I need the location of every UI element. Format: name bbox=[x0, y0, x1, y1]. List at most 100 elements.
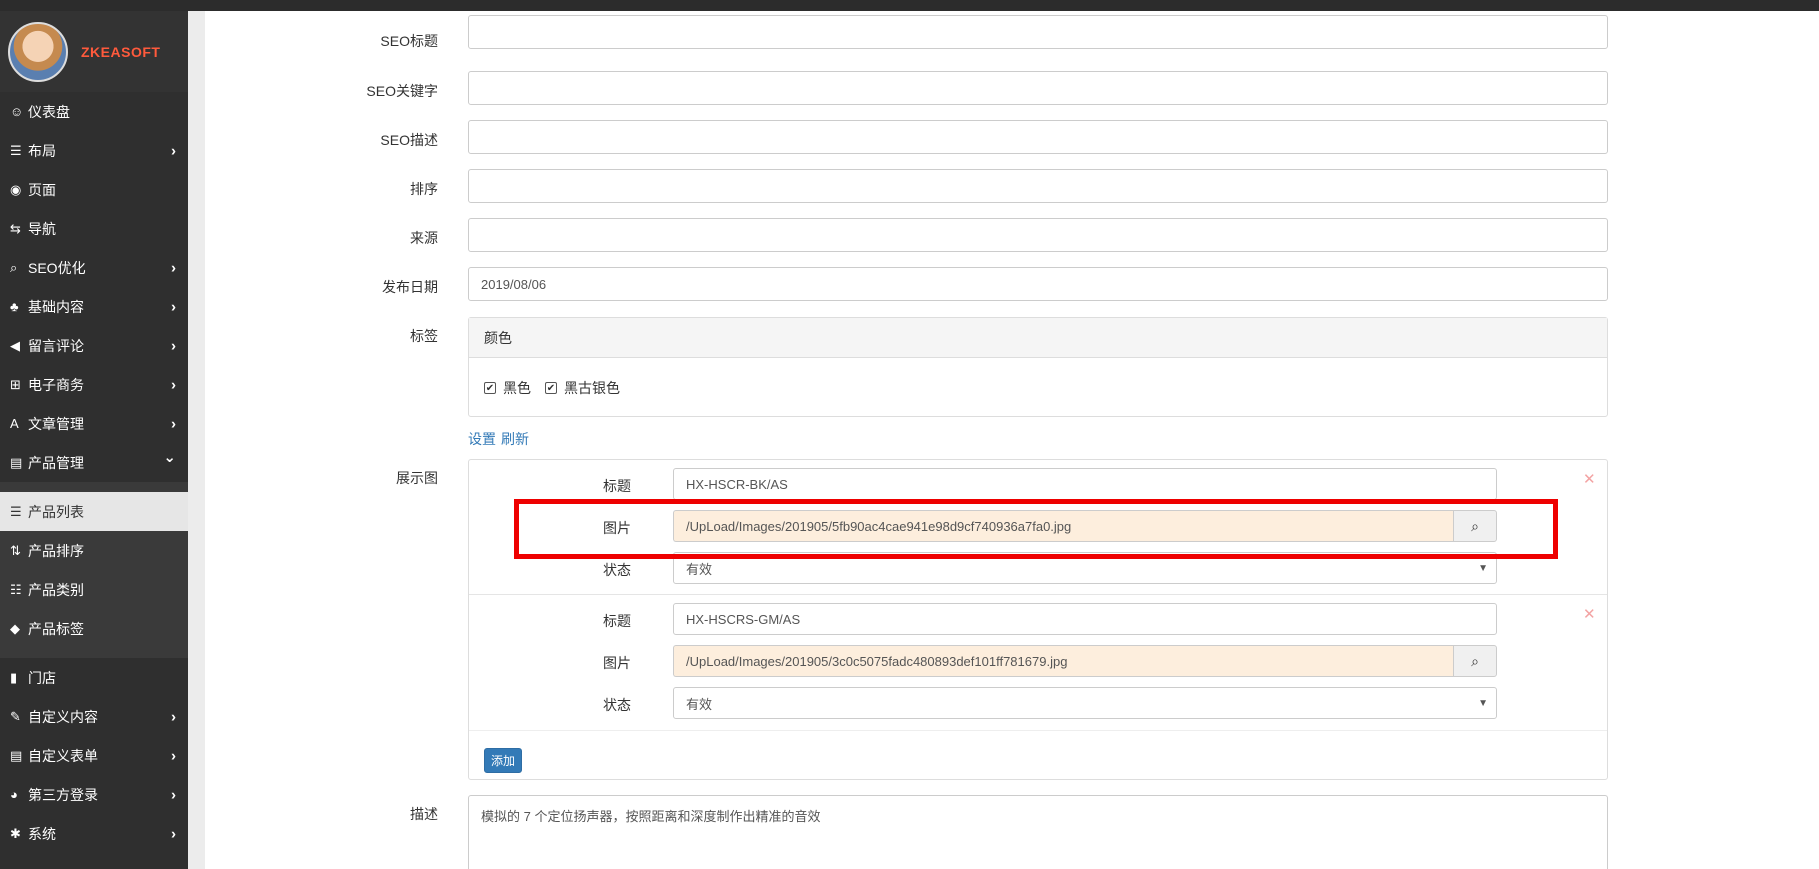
sidebar-item-label: 电子商务 bbox=[28, 376, 84, 393]
tag-icon: ◆ bbox=[10, 620, 20, 636]
sidebar-item-bottom_items-4[interactable]: ✱ 系统 › bbox=[0, 814, 188, 853]
image-search-button[interactable]: ⌕ bbox=[1453, 645, 1497, 677]
chevron-right-icon: › bbox=[171, 142, 176, 159]
sidebar-item-label: 留言评论 bbox=[28, 337, 84, 354]
gallery-status-label: 状态 bbox=[603, 697, 631, 713]
gallery-status-select[interactable]: 有效 ▼ bbox=[673, 552, 1497, 584]
sidebar-item-label: 自定义内容 bbox=[28, 708, 98, 725]
source-row: 来源 bbox=[205, 218, 1819, 252]
tag-links: 设置 刷新 bbox=[468, 429, 534, 449]
sidebar-item-label: 门店 bbox=[28, 669, 56, 686]
gallery-status-label: 状态 bbox=[603, 562, 631, 578]
chevron-right-icon: › bbox=[171, 708, 176, 725]
brand: ZKEASOFT bbox=[0, 11, 188, 92]
image-search-button[interactable]: ⌕ bbox=[1453, 510, 1497, 542]
sidebar-item-sub_items-2[interactable]: ☷ 产品类别 bbox=[0, 570, 188, 609]
gallery-image-input[interactable]: /UpLoad/Images/201905/3c0c5075fadc480893… bbox=[673, 645, 1453, 677]
search-icon: ⌕ bbox=[1471, 652, 1479, 669]
sidebar-item-sub_items-3[interactable]: ◆ 产品标签 bbox=[0, 609, 188, 648]
dashboard-icon: ☺ bbox=[10, 104, 24, 119]
sidebar-item-label: 产品管理 bbox=[28, 454, 84, 471]
sidebar-item-label: 系统 bbox=[28, 825, 56, 842]
settings-link[interactable]: 设置 bbox=[468, 431, 496, 447]
list-alt-icon: ▤ bbox=[10, 454, 23, 470]
seo-title-row: SEO标题 bbox=[205, 15, 1819, 57]
sidebar-item-bottom_items-1[interactable]: ✎ 自定义内容 › bbox=[0, 697, 188, 736]
description-label: 描述 bbox=[410, 806, 438, 822]
seo-description-input[interactable] bbox=[468, 120, 1608, 154]
sidebar-item-items-4[interactable]: ⌕ SEO优化 › bbox=[0, 248, 188, 287]
tag-option-gunmetal[interactable]: ✔ 黑古银色 bbox=[545, 378, 620, 398]
sidebar-item-label: 仪表盘 bbox=[28, 103, 70, 120]
search-icon: ⌕ bbox=[1471, 517, 1479, 534]
sidebar-item-items-2[interactable]: ◉ 页面 bbox=[0, 170, 188, 209]
user-icon: ◕ bbox=[10, 787, 18, 802]
sidebar-item-items-3[interactable]: ⇆ 导航 bbox=[0, 209, 188, 248]
caret-down-icon: ▼ bbox=[1478, 697, 1488, 709]
checkbox-checked-icon[interactable]: ✔ bbox=[545, 382, 557, 394]
sidebar-item-items-9[interactable]: ▤ 产品管理 ⌄ bbox=[0, 443, 188, 482]
sidebar-item-bottom_items-2[interactable]: ▤ 自定义表单 › bbox=[0, 736, 188, 775]
product-subnav: ☰ 产品列表 ⇅ 产品排序 ☷ 产品类别 ◆ 产品标签 bbox=[0, 482, 188, 658]
sort-icon: ⇅ bbox=[10, 542, 21, 558]
sidebar-item-items-5[interactable]: ♣ 基础内容 › bbox=[0, 287, 188, 326]
sidebar-item-items-1[interactable]: ☰ 布局 › bbox=[0, 131, 188, 170]
publish-date-input[interactable]: 2019/08/06 bbox=[468, 267, 1608, 301]
seo-description-row: SEO描述 bbox=[205, 120, 1819, 154]
gallery-title-input[interactable]: HX-HSCR-BK/AS bbox=[673, 468, 1497, 500]
sidebar-item-items-8[interactable]: A 文章管理 › bbox=[0, 404, 188, 443]
table-icon: ☰ bbox=[10, 142, 22, 158]
top-bar bbox=[0, 0, 1819, 11]
sidebar-item-bottom_items-3[interactable]: ◕ 第三方登录 › bbox=[0, 775, 188, 814]
gallery-image-label: 图片 bbox=[603, 520, 631, 536]
eye-icon: ◉ bbox=[10, 181, 22, 197]
bullhorn-icon: ◀ bbox=[10, 337, 20, 353]
tags-label: 标签 bbox=[410, 328, 438, 344]
sidebar-item-label: 页面 bbox=[28, 181, 56, 198]
refresh-link[interactable]: 刷新 bbox=[501, 431, 529, 447]
add-button[interactable]: 添加 bbox=[484, 748, 523, 773]
brand-name: ZKEASOFT bbox=[81, 43, 161, 60]
checkbox-checked-icon[interactable]: ✔ bbox=[484, 382, 496, 394]
seo-description-label: SEO描述 bbox=[380, 132, 438, 148]
gallery-image-input[interactable]: /UpLoad/Images/201905/5fb90ac4cae941e98d… bbox=[673, 510, 1453, 542]
tag-box: 颜色 ✔ 黑色 ✔ 黑古银色 bbox=[468, 317, 1608, 417]
sidebar-item-sub_items-1[interactable]: ⇅ 产品排序 bbox=[0, 531, 188, 570]
gallery: 标题 HX-HSCR-BK/AS 图片 /UpLoad/Images/20190… bbox=[468, 459, 1608, 780]
sidebar-item-label: 产品排序 bbox=[28, 542, 84, 559]
gallery-title-input[interactable]: HX-HSCRS-GM/AS bbox=[673, 603, 1497, 635]
seo-keywords-input[interactable] bbox=[468, 71, 1608, 105]
seo-title-input[interactable] bbox=[468, 15, 1608, 49]
publish-date-label: 发布日期 bbox=[382, 279, 438, 295]
gallery-status-select[interactable]: 有效 ▼ bbox=[673, 687, 1497, 719]
sidebar-item-items-7[interactable]: ⊞ 电子商务 › bbox=[0, 365, 188, 404]
avatar[interactable] bbox=[8, 21, 68, 82]
sidebar-item-label: 布局 bbox=[28, 142, 56, 159]
sidebar-item-label: 产品类别 bbox=[28, 581, 84, 598]
chevron-right-icon: › bbox=[171, 337, 176, 354]
seo-keywords-label: SEO关键字 bbox=[366, 83, 438, 99]
sidebar-item-bottom_items-0[interactable]: ▮ 门店 bbox=[0, 658, 188, 697]
sidebar-item-sub_items-0[interactable]: ☰ 产品列表 bbox=[0, 492, 188, 531]
order-input[interactable] bbox=[468, 169, 1608, 203]
sidebar-item-label: 自定义表单 bbox=[28, 747, 98, 764]
sidebar-item-label: 产品标签 bbox=[28, 620, 84, 637]
retweet-icon: ⇆ bbox=[10, 220, 21, 236]
cart-icon: ⊞ bbox=[10, 376, 21, 392]
remove-icon[interactable]: ✕ bbox=[1583, 605, 1596, 623]
tree-icon: ♣ bbox=[10, 299, 19, 314]
sidebar-item-items-0[interactable]: ☺ 仪表盘 bbox=[0, 92, 188, 131]
source-input[interactable] bbox=[468, 218, 1608, 252]
sidebar-item-items-6[interactable]: ◀ 留言评论 › bbox=[0, 326, 188, 365]
gallery-title-label: 标题 bbox=[603, 478, 631, 494]
sidebar-item-label: 产品列表 bbox=[28, 503, 84, 520]
tag-option-black[interactable]: ✔ 黑色 bbox=[484, 378, 531, 398]
list-icon: ☰ bbox=[10, 503, 22, 519]
remove-icon[interactable]: ✕ bbox=[1583, 470, 1596, 488]
gallery-title-label: 标题 bbox=[603, 613, 631, 629]
description-textarea[interactable]: 模拟的 7 个定位扬声器，按照距离和深度制作出精准的音效 bbox=[468, 795, 1608, 869]
order-label: 排序 bbox=[410, 181, 438, 197]
cog-icon: ✱ bbox=[10, 825, 21, 841]
search-icon: ⌕ bbox=[10, 259, 18, 275]
gallery-label: 展示图 bbox=[396, 470, 438, 486]
